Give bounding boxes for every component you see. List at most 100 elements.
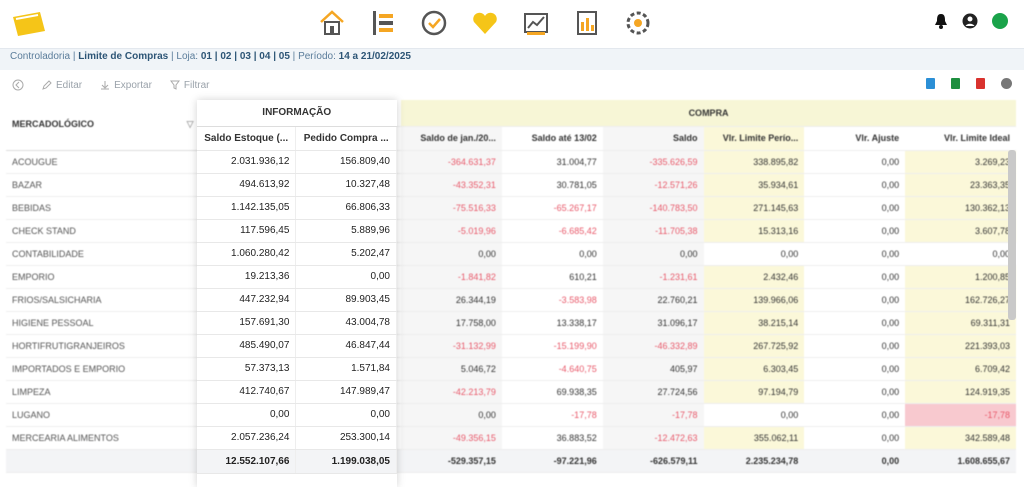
cell-saldo[interactable]: -17,78 xyxy=(602,403,704,427)
cell-saldo-ate[interactable]: -15.199,90 xyxy=(501,334,603,358)
cell-limite-periodo[interactable]: 6.303,45 xyxy=(703,357,805,381)
row-mercadologico[interactable]: CHECK STAND xyxy=(6,219,200,243)
cell-limite-periodo[interactable]: 355.062,11 xyxy=(703,426,805,450)
cell-saldo-estoque[interactable]: 2.031.936,12 xyxy=(197,150,297,174)
cell-pedido-compra[interactable]: 5.889,96 xyxy=(295,219,397,243)
table-row[interactable]: EMPORIO -1.841,82 610,21 -1.231,61 2.432,46 0… xyxy=(6,265,1016,289)
info-row[interactable]: 117.596,45 5.889,96 xyxy=(197,219,397,243)
cell-saldo-ate[interactable]: 31.004,77 xyxy=(501,150,603,174)
cell-pedido-compra[interactable]: 147.989,47 xyxy=(295,380,397,404)
cell-limite-periodo[interactable]: 267.725,92 xyxy=(703,334,805,358)
row-mercadologico[interactable]: HORTIFRUTIGRANJEIROS xyxy=(6,334,200,358)
cell-ajuste[interactable]: 0,00 xyxy=(804,426,906,450)
table-row[interactable]: CONTABILIDADE 0,00 0,00 0,00 0,00 0,00 0,00 xyxy=(6,242,1016,266)
cell-limite-periodo[interactable]: 0,00 xyxy=(703,403,805,427)
cell-pedido-compra[interactable]: 10.327,48 xyxy=(295,173,397,197)
cell-saldo[interactable]: -12.472,63 xyxy=(602,426,704,450)
cell-pedido-compra[interactable]: 89.903,45 xyxy=(295,288,397,312)
cell-saldo[interactable]: -46.332,89 xyxy=(602,334,704,358)
cell-saldo[interactable]: 0,00 xyxy=(602,242,704,266)
cell-saldo-estoque[interactable]: 19.213,36 xyxy=(197,265,297,289)
cell-limite-periodo[interactable]: 2.432,46 xyxy=(703,265,805,289)
cell-saldo[interactable]: -140.783,50 xyxy=(602,196,704,220)
row-mercadologico[interactable]: LIMPEZA xyxy=(6,380,200,404)
cell-pedido-compra[interactable]: 0,00 xyxy=(295,403,397,427)
info-row[interactable]: 157.691,30 43.004,78 xyxy=(197,311,397,335)
cell-ajuste[interactable]: 0,00 xyxy=(804,173,906,197)
row-mercadologico[interactable]: CONTABILIDADE xyxy=(6,242,200,266)
cell-saldo[interactable]: -335.626,59 xyxy=(602,150,704,174)
word-export-icon[interactable] xyxy=(926,78,935,89)
cell-ajuste[interactable]: 0,00 xyxy=(804,380,906,404)
cell-saldo-estoque[interactable]: 494.613,92 xyxy=(197,173,297,197)
row-mercadologico[interactable]: MERCEARIA ALIMENTOS xyxy=(6,426,200,450)
header-saldo[interactable]: Saldo xyxy=(602,126,704,151)
header-mercadologico[interactable]: MERCADOLÓGICO ▽ xyxy=(6,100,200,151)
cell-ajuste[interactable]: 0,00 xyxy=(804,311,906,335)
cell-ajuste[interactable]: 0,00 xyxy=(804,242,906,266)
cell-pedido-compra[interactable]: 156.809,40 xyxy=(295,150,397,174)
cell-saldo-jan[interactable]: -31.132,99 xyxy=(401,334,502,358)
cell-saldo-jan[interactable]: -49.356,15 xyxy=(401,426,502,450)
cell-saldo[interactable]: -11.705,38 xyxy=(602,219,704,243)
bell-icon[interactable] xyxy=(934,13,948,29)
info-row[interactable]: 0,00 0,00 xyxy=(197,403,397,427)
header-pedido-compra[interactable]: Pedido Compra ... xyxy=(295,126,397,151)
cell-saldo-jan[interactable]: -42.213,79 xyxy=(401,380,502,404)
row-mercadologico[interactable]: BAZAR xyxy=(6,173,200,197)
cell-limite-ideal[interactable]: 162.726,27 xyxy=(905,288,1016,312)
cell-saldo[interactable]: 27.724,56 xyxy=(602,380,704,404)
cell-ajuste[interactable]: 0,00 xyxy=(804,334,906,358)
cell-limite-ideal[interactable]: 342.589,48 xyxy=(905,426,1016,450)
cell-saldo-ate[interactable]: 36.883,52 xyxy=(501,426,603,450)
cell-limite-ideal[interactable]: 3.269,23 xyxy=(905,150,1016,174)
cell-saldo-estoque[interactable]: 447.232,94 xyxy=(197,288,297,312)
cell-saldo-estoque[interactable]: 1.060.280,42 xyxy=(197,242,297,266)
cell-saldo-ate[interactable]: 13.338,17 xyxy=(501,311,603,335)
breadcrumb-section[interactable]: Controladoria xyxy=(10,51,70,62)
cell-ajuste[interactable]: 0,00 xyxy=(804,150,906,174)
edit-button[interactable]: Editar xyxy=(42,80,82,91)
cell-saldo-estoque[interactable]: 157.691,30 xyxy=(197,311,297,335)
cell-limite-periodo[interactable]: 35.934,61 xyxy=(703,173,805,197)
cell-saldo-ate[interactable]: 30.781,05 xyxy=(501,173,603,197)
table-row[interactable]: CHECK STAND -5.019,96 -6.685,42 -11.705,38 1… xyxy=(6,219,1016,243)
cell-saldo-jan[interactable]: 0,00 xyxy=(401,403,502,427)
table-row[interactable]: MERCEARIA ALIMENTOS -49.356,15 36.883,52 -1… xyxy=(6,426,1016,450)
clock-check-icon[interactable] xyxy=(418,6,450,40)
row-mercadologico[interactable]: LUGANO xyxy=(6,403,200,427)
table-row[interactable]: BEBIDAS -75.516,33 -65.267,17 -140.783,50 27… xyxy=(6,196,1016,220)
header-ajuste[interactable]: Vlr. Ajuste xyxy=(804,126,906,151)
cell-saldo-estoque[interactable]: 57.373,13 xyxy=(197,357,297,381)
cell-limite-periodo[interactable]: 139.966,06 xyxy=(703,288,805,312)
cell-limite-periodo[interactable]: 97.194,79 xyxy=(703,380,805,404)
cell-saldo-estoque[interactable]: 2.057.236,24 xyxy=(197,426,297,450)
cell-pedido-compra[interactable]: 46.847,44 xyxy=(295,334,397,358)
cell-saldo-jan[interactable]: 0,00 xyxy=(401,242,502,266)
row-mercadologico[interactable]: EMPORIO xyxy=(6,265,200,289)
chart-icon[interactable] xyxy=(520,6,552,40)
cell-limite-periodo[interactable]: 38.215,14 xyxy=(703,311,805,335)
cell-ajuste[interactable]: 0,00 xyxy=(804,288,906,312)
help-icon[interactable] xyxy=(1001,78,1012,89)
cell-saldo-jan[interactable]: 26.344,19 xyxy=(401,288,502,312)
cell-ajuste[interactable]: 0,00 xyxy=(804,196,906,220)
cell-limite-ideal[interactable]: 69.311,31 xyxy=(905,311,1016,335)
list-icon[interactable] xyxy=(367,6,399,40)
cell-pedido-compra[interactable]: 1.571,84 xyxy=(295,357,397,381)
cell-ajuste[interactable]: 0,00 xyxy=(804,357,906,381)
info-row[interactable]: 57.373,13 1.571,84 xyxy=(197,357,397,381)
info-row[interactable]: 1.060.280,42 5.202,47 xyxy=(197,242,397,266)
cell-pedido-compra[interactable]: 0,00 xyxy=(295,265,397,289)
heart-icon[interactable] xyxy=(469,6,501,40)
cell-limite-ideal[interactable]: 124.919,35 xyxy=(905,380,1016,404)
cell-limite-ideal[interactable]: 130.362,13 xyxy=(905,196,1016,220)
cell-saldo-estoque[interactable]: 117.596,45 xyxy=(197,219,297,243)
cell-saldo-ate[interactable]: -65.267,17 xyxy=(501,196,603,220)
cell-saldo-jan[interactable]: -364.631,37 xyxy=(401,150,502,174)
cell-saldo-jan[interactable]: 5.046,72 xyxy=(401,357,502,381)
cell-saldo-jan[interactable]: -43.352,31 xyxy=(401,173,502,197)
header-saldo-jan[interactable]: Saldo de jan./20... xyxy=(401,126,502,151)
cell-pedido-compra[interactable]: 253.300,14 xyxy=(295,426,397,450)
filter-column-icon[interactable]: ▽ xyxy=(187,119,194,130)
